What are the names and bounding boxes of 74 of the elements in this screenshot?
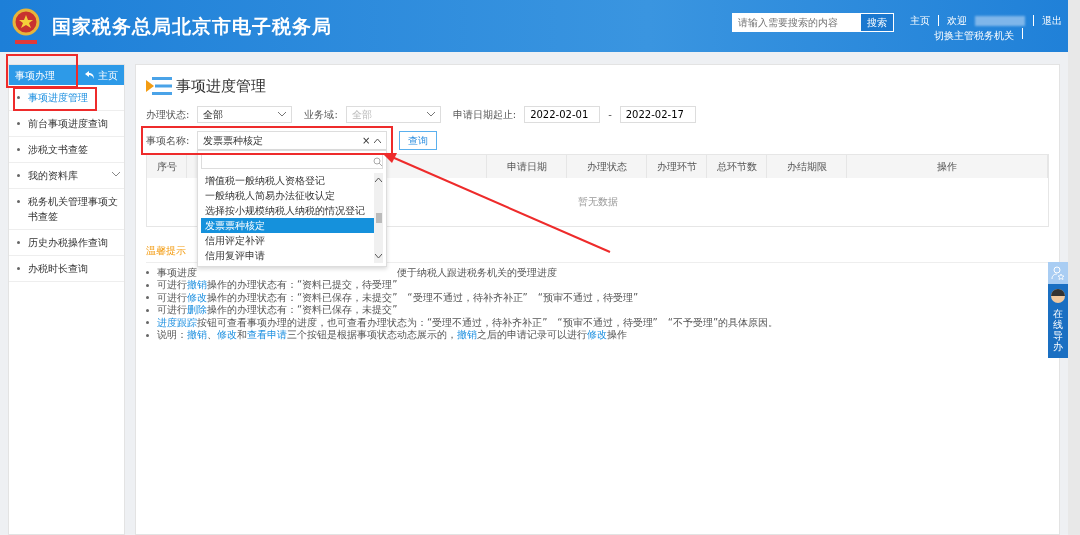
online-guide-widget[interactable]: 在线导办 xyxy=(1048,284,1068,358)
dropdown-option[interactable]: 一般纳税人简易办法征收认定 xyxy=(201,187,375,203)
tip-text: 说明：撤销、修改和查看申请三个按钮是根据事项状态动态展示的，撤销之后的申请记录可以进行修改操作 xyxy=(157,329,627,342)
welcome-text: 欢迎 xyxy=(947,14,967,28)
back-arrow-icon xyxy=(85,71,94,79)
column-header: 办理状态 xyxy=(567,154,647,178)
query-button[interactable]: 查询 xyxy=(399,130,438,150)
field-label: 申请日期起止: xyxy=(452,107,517,122)
home-link[interactable]: 主页 xyxy=(85,67,118,83)
widget-label: 在线导办 xyxy=(1053,308,1063,352)
tip-text: 可进行撤销操作的办理状态有：“资料已提交，待受理” xyxy=(157,279,398,292)
field-label: 办理状态: xyxy=(146,107,190,122)
column-header: 序号 xyxy=(147,154,187,178)
field-label: 业务域: xyxy=(304,107,338,122)
site-title: 国家税务总局北京市电子税务局 xyxy=(52,13,332,39)
item-name-select[interactable]: 发票票种核定 × xyxy=(197,130,388,150)
tips-title: 温馨提示 xyxy=(146,244,186,256)
link[interactable]: 撤销 xyxy=(187,279,207,290)
sidebar-item[interactable]: 历史办税操作查询 xyxy=(9,230,124,256)
logout-link[interactable]: 退出 xyxy=(1042,13,1062,28)
dropdown-option[interactable]: 选择按小规模纳税人纳税的情况登记 xyxy=(201,202,375,218)
field-label: 事项名称: xyxy=(146,133,190,148)
link[interactable]: 撤销 xyxy=(457,329,477,340)
scrollbar-thumb[interactable] xyxy=(375,212,382,223)
link[interactable]: 查看申请 xyxy=(247,329,287,340)
sidebar-item[interactable]: 事项进度管理 xyxy=(9,85,124,111)
sidebar-item[interactable]: 税务机关管理事项文书查签 xyxy=(9,189,124,230)
dropdown-search-field[interactable] xyxy=(201,153,384,169)
link[interactable]: 修改 xyxy=(187,291,207,303)
dropdown-option[interactable]: 信用复评申请 xyxy=(201,247,375,263)
chevron-down-icon[interactable] xyxy=(375,253,383,259)
scrollbar[interactable] xyxy=(374,172,384,263)
tip-text: 可进行修改操作的办理状态有：“资料已保存，未提交” “受理不通过，待补齐补正” “预审不通过，待受理” xyxy=(157,291,639,304)
sidebar-item[interactable]: 我的资料库 xyxy=(9,163,124,189)
link[interactable]: 修改 xyxy=(217,329,237,340)
home-link[interactable]: 主页 xyxy=(910,13,930,28)
tip-text: 进度跟踪按钮可查看事项办理的进度，也可查看办理状态为：“受理不通过，待补齐补正” “预审不通过，待受理” “不予受理”的具体原因。 xyxy=(157,316,779,329)
list-title-icon xyxy=(146,76,172,97)
start-date-field[interactable]: 2022-02-01 xyxy=(524,105,601,123)
link[interactable]: 修改 xyxy=(587,329,607,340)
avatar-icon xyxy=(1050,288,1066,304)
page-title: 事项进度管理 xyxy=(176,76,266,97)
link[interactable]: 进度跟踪 xyxy=(157,316,197,328)
page-scrollbar[interactable] xyxy=(1068,0,1080,535)
date-separator: - xyxy=(608,107,612,122)
status-select[interactable]: 全部 xyxy=(197,105,293,123)
sidebar-item[interactable]: 办税时长查询 xyxy=(9,256,124,282)
dropdown-option[interactable]: 增值税一般纳税人资格登记 xyxy=(201,172,375,188)
switch-office-link[interactable]: 切换主管税务机关 xyxy=(934,28,1014,43)
search-icon xyxy=(373,156,383,166)
column-header: 办结期限 xyxy=(767,154,847,178)
search-button[interactable]: 搜索 xyxy=(860,13,894,32)
link[interactable]: 撤销 xyxy=(187,329,207,340)
link[interactable]: 删除 xyxy=(187,304,207,315)
tip-text: 事项进度 xyxy=(157,266,197,278)
redacted-username xyxy=(975,15,1025,26)
sidebar-item[interactable]: 前台事项进度查询 xyxy=(9,111,124,137)
empty-message: 暂无数据 xyxy=(577,195,618,209)
dropdown-option[interactable]: 发票票种核定 xyxy=(201,217,375,233)
chevron-up-icon[interactable] xyxy=(375,176,383,182)
column-header: 操作 xyxy=(847,154,1048,178)
column-header: 总环节数 xyxy=(707,154,767,178)
sidebar-item[interactable]: 涉税文书查签 xyxy=(9,137,124,163)
chevron-down-icon xyxy=(426,111,435,117)
chevron-down-icon xyxy=(278,111,287,117)
dropdown-option[interactable]: 信用评定补评 xyxy=(201,232,375,248)
column-header: 申请日期 xyxy=(487,154,567,178)
column-header: 办理环节 xyxy=(647,154,707,178)
tip-text: 便于纳税人跟进税务机关的受理进度 xyxy=(397,266,557,278)
chevron-up-icon xyxy=(374,137,382,143)
search-field[interactable]: 请输入需要搜索的内容 xyxy=(732,13,860,32)
tip-text: 可进行删除操作的办理状态有：“资料已保存，未提交” xyxy=(157,304,398,317)
sidebar-title: 事项办理 xyxy=(15,68,55,83)
end-date-field[interactable]: 2022-02-17 xyxy=(619,105,696,123)
